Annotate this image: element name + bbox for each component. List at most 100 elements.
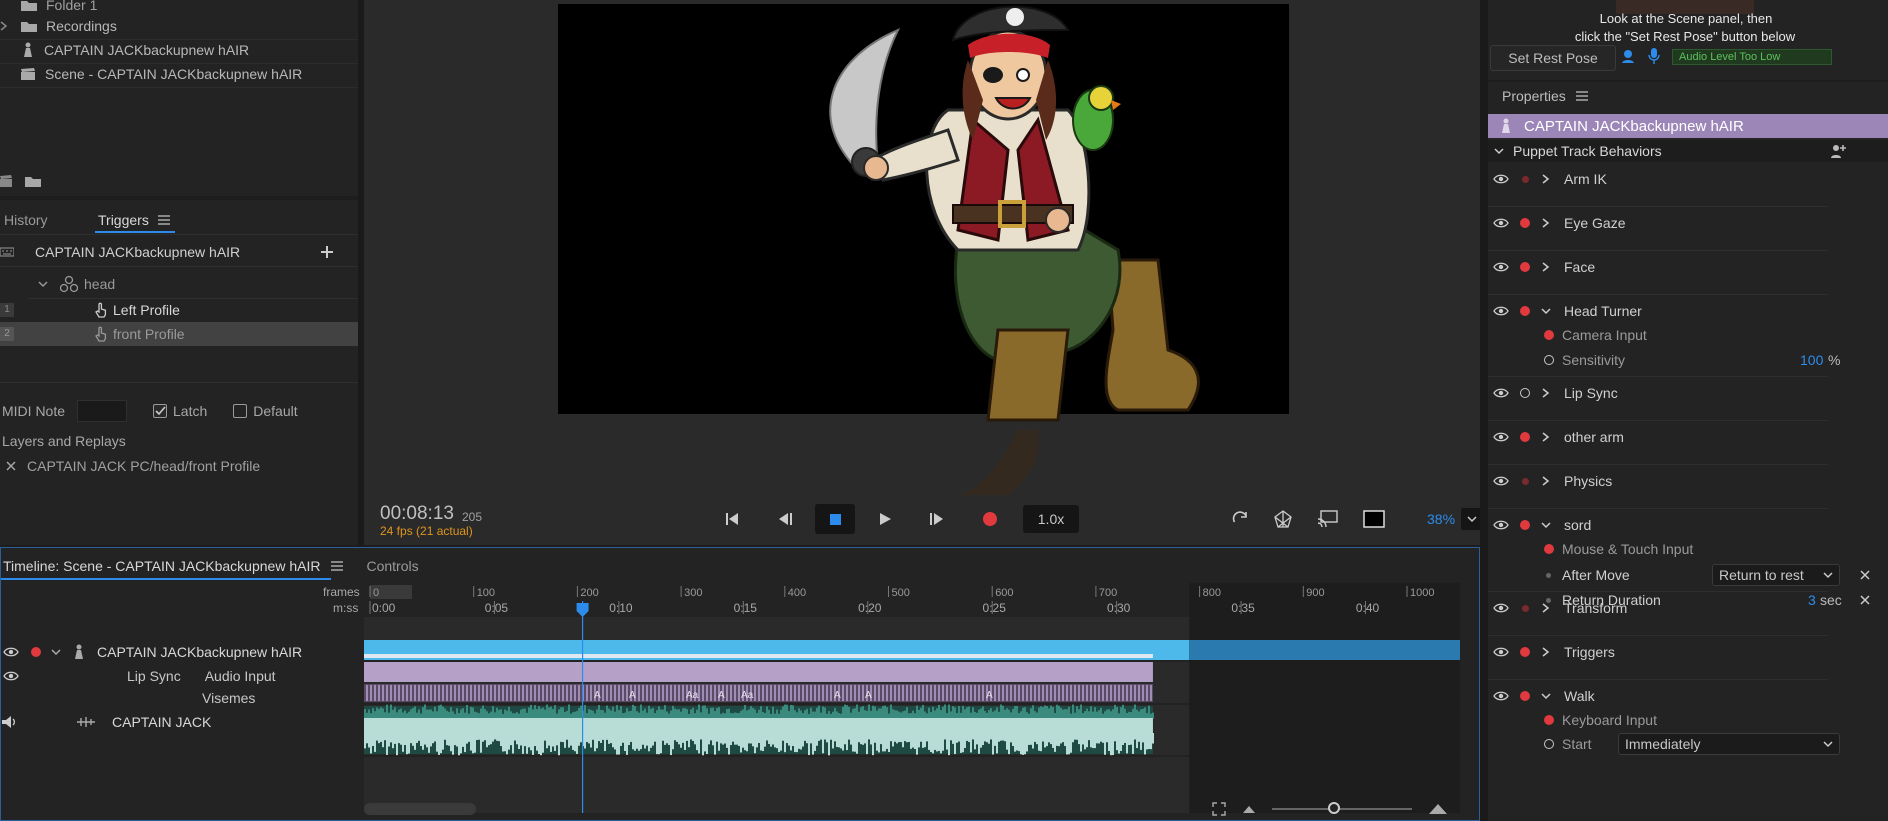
puppet-track-behaviors-header[interactable]: Puppet Track Behaviors — [1488, 140, 1888, 162]
sensitivity-value[interactable]: 100 — [1800, 352, 1823, 368]
param-dot[interactable] — [1544, 355, 1554, 365]
input-armed-dot[interactable] — [1544, 715, 1554, 725]
close-icon[interactable] — [1860, 595, 1870, 605]
enabled-dot[interactable] — [1520, 262, 1530, 272]
project-item-recordings[interactable]: Recordings — [0, 16, 117, 36]
chevron-right-icon[interactable] — [1541, 475, 1551, 487]
record-button[interactable] — [983, 512, 997, 526]
enabled-dot[interactable] — [1520, 306, 1530, 316]
enabled-dot[interactable] — [1520, 647, 1530, 657]
chevron-down-icon[interactable] — [1541, 521, 1551, 529]
enabled-dot[interactable] — [1520, 432, 1530, 442]
step-back-icon[interactable] — [777, 512, 793, 526]
eye-icon[interactable] — [1493, 217, 1509, 229]
close-icon[interactable] — [1860, 570, 1870, 580]
behavior-row[interactable]: Triggers — [1488, 641, 1888, 663]
camera-toggle-icon[interactable] — [1620, 48, 1636, 64]
project-item-scene[interactable]: Scene - CAPTAIN JACKbackupnew hAIR — [0, 64, 302, 84]
behavior-row[interactable]: Eye Gaze — [1488, 212, 1888, 234]
chevron-right-icon[interactable] — [1541, 387, 1551, 399]
eye-icon[interactable] — [1493, 173, 1509, 185]
behavior-row[interactable]: Head Turner — [1488, 300, 1888, 322]
stop-button[interactable] — [815, 504, 855, 534]
remove-icon[interactable] — [6, 461, 16, 471]
tab-triggers[interactable]: Triggers — [98, 212, 149, 228]
set-rest-pose-button[interactable]: Set Rest Pose — [1490, 45, 1616, 71]
chevron-down-icon[interactable] — [1494, 147, 1504, 155]
enabled-dot[interactable] — [1520, 520, 1530, 530]
physics-mesh-icon[interactable] — [1273, 509, 1293, 529]
microphone-icon[interactable] — [1648, 47, 1660, 65]
trigger-item-selected[interactable]: 2 front Profile — [0, 322, 358, 346]
zoom-level[interactable]: 38% — [1427, 511, 1455, 527]
eye-icon[interactable] — [1493, 690, 1509, 702]
refresh-icon[interactable] — [1231, 510, 1249, 528]
midi-note-input[interactable] — [77, 400, 128, 422]
step-forward-icon[interactable] — [929, 512, 945, 526]
go-to-start-icon[interactable] — [725, 512, 739, 526]
panel-menu-icon[interactable] — [331, 561, 344, 571]
chevron-down-icon[interactable] — [1541, 307, 1551, 315]
enabled-dot-dim[interactable] — [1521, 477, 1529, 485]
panel-menu-icon[interactable] — [157, 215, 170, 225]
input-armed-dot[interactable] — [1544, 544, 1554, 554]
zoom-out-mountain-icon[interactable] — [1242, 804, 1256, 814]
eye-icon[interactable] — [1493, 305, 1509, 317]
eye-icon[interactable] — [1493, 387, 1509, 399]
start-select[interactable]: Immediately — [1618, 733, 1840, 755]
play-icon[interactable] — [878, 512, 892, 526]
add-behavior-icon[interactable] — [1830, 143, 1846, 159]
project-item-puppet[interactable]: CAPTAIN JACKbackupnew hAIR — [0, 40, 249, 60]
panel-menu-icon[interactable] — [1575, 91, 1588, 101]
trigger-item[interactable]: 1 Left Profile — [0, 298, 358, 322]
track-audio-header[interactable]: CAPTAIN JACK — [1, 712, 211, 732]
after-move-select[interactable]: Return to rest — [1712, 564, 1840, 586]
enabled-dot[interactable] — [1520, 218, 1530, 228]
eye-icon[interactable] — [1493, 431, 1509, 443]
speaker-icon[interactable] — [1, 715, 17, 729]
enabled-dot[interactable] — [1520, 691, 1530, 701]
chevron-right-icon[interactable] — [1541, 217, 1551, 229]
chevron-right-icon[interactable] — [1541, 646, 1551, 658]
zoom-slider-thumb[interactable] — [1328, 802, 1340, 814]
behavior-row[interactable]: sord — [1488, 514, 1888, 536]
controls-tab[interactable]: Controls — [366, 558, 418, 574]
tab-history[interactable]: History — [4, 212, 48, 228]
chevron-right-icon[interactable] — [1541, 261, 1551, 273]
input-armed-dot[interactable] — [1544, 330, 1554, 340]
behavior-row[interactable]: Arm IK — [1488, 168, 1888, 190]
record-arm-dot[interactable] — [31, 647, 41, 657]
return-duration-value[interactable]: 3 — [1808, 592, 1816, 608]
behavior-row[interactable]: Walk — [1488, 685, 1888, 707]
chevron-down-icon[interactable] — [1541, 692, 1551, 700]
horizontal-scrollbar[interactable] — [364, 803, 476, 815]
zoom-slider[interactable] — [1272, 802, 1412, 814]
latch-checkbox[interactable] — [153, 404, 168, 418]
behavior-row[interactable]: Face — [1488, 256, 1888, 278]
add-trigger-icon[interactable] — [320, 245, 334, 259]
track-lipsync-header[interactable]: Lip Sync Audio Input — [1, 666, 276, 686]
trigger-group-head[interactable]: head — [0, 274, 115, 294]
track-puppet-header[interactable]: CAPTAIN JACKbackupnew hAIR — [1, 640, 363, 664]
playback-speed[interactable]: 1.0x — [1023, 505, 1079, 533]
default-checkbox[interactable] — [233, 404, 248, 418]
behavior-row[interactable]: other arm — [1488, 426, 1888, 448]
behavior-row[interactable]: Lip Sync — [1488, 382, 1888, 404]
param-dot[interactable] — [1544, 739, 1554, 749]
eye-icon[interactable] — [3, 646, 19, 658]
background-toggle-icon[interactable] — [1363, 510, 1385, 528]
stream-output-icon[interactable] — [1317, 510, 1339, 528]
enabled-dot-dim[interactable] — [1521, 175, 1529, 183]
fit-timeline-icon[interactable] — [1212, 802, 1226, 816]
eye-icon[interactable] — [1493, 646, 1509, 658]
chevron-down-icon[interactable] — [51, 648, 61, 656]
chevron-right-icon[interactable] — [1541, 431, 1551, 443]
eye-icon[interactable] — [1493, 519, 1509, 531]
chevron-right-icon[interactable] — [1541, 173, 1551, 185]
eye-icon[interactable] — [3, 670, 19, 682]
zoom-in-mountain-icon[interactable] — [1428, 803, 1448, 815]
new-folder-icon[interactable] — [24, 174, 42, 188]
chevron-down-icon[interactable] — [38, 280, 48, 288]
eye-icon[interactable] — [1493, 261, 1509, 273]
timeline-tab[interactable]: Timeline: Scene - CAPTAIN JACKbackupnew … — [3, 558, 320, 574]
